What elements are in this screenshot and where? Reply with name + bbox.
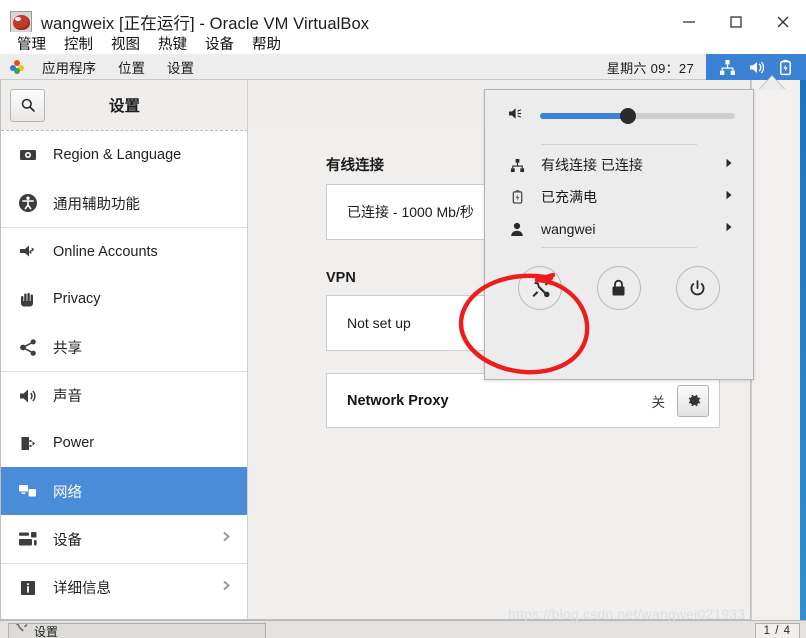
sidebar-item-devices[interactable]: 设备 <box>1 515 247 563</box>
menu-control[interactable]: 控制 <box>55 33 102 54</box>
menu-manage[interactable]: 管理 <box>8 33 55 54</box>
system-menu-item-label: 已充满电 <box>541 189 597 205</box>
sidebar-item-label: Power <box>53 435 95 451</box>
system-menu: 有线连接 已连接 已充满电 wangwei <box>484 89 754 380</box>
system-menu-item-label: wangwei <box>541 221 596 237</box>
sidebar-item-network[interactable]: 网络 <box>1 467 247 515</box>
menu-devices[interactable]: 设备 <box>196 33 243 54</box>
network-wired-icon <box>508 156 526 174</box>
system-menu-divider <box>541 144 697 145</box>
sidebar-item-label: 通用辅助功能 <box>53 196 140 213</box>
system-menu-item-label: 有线连接 已连接 <box>541 157 643 173</box>
sidebar-item-power[interactable]: Power <box>1 419 247 467</box>
system-menu-item-battery[interactable]: 已充满电 <box>485 181 753 213</box>
devices-icon <box>17 528 39 550</box>
sidebar-item-privacy[interactable]: Privacy <box>1 275 247 323</box>
volume-slider-row[interactable] <box>485 90 753 142</box>
power-plug-icon <box>17 432 39 454</box>
sidebar-item-label: 详细信息 <box>53 581 111 597</box>
chevron-right-icon <box>723 188 735 206</box>
screenshot-root: wangweix [正在运行] - Oracle VM VirtualBox 管… <box>0 0 806 638</box>
blog-watermark: https://blog.csdn.net/wangwei021933 <box>508 606 746 622</box>
sidebar-item-sound[interactable]: 声音 <box>1 371 247 419</box>
sidebar-item-label: Privacy <box>53 291 101 307</box>
system-menu-item-network[interactable]: 有线连接 已连接 <box>485 149 753 181</box>
system-menu-actions <box>485 252 753 324</box>
menu-help[interactable]: 帮助 <box>243 33 290 54</box>
accessibility-icon <box>17 192 39 214</box>
network-proxy-gear-button[interactable] <box>677 384 709 417</box>
settings-sidebar: Region & Language 通用辅助功能 Online Accounts <box>1 130 248 619</box>
settings-tools-button[interactable] <box>518 266 563 310</box>
applications-icon <box>10 59 24 74</box>
sidebar-item-label: 共享 <box>53 340 82 357</box>
search-button[interactable] <box>10 88 45 122</box>
desktop-wallpaper-right-edge <box>800 80 806 620</box>
panel-clock[interactable]: 星期六 09：27 <box>599 58 706 77</box>
sidebar-item-accessibility[interactable]: 通用辅助功能 <box>1 179 247 227</box>
details-info-icon <box>17 577 39 599</box>
region-language-icon <box>17 144 39 166</box>
sidebar-item-sharing[interactable]: 共享 <box>1 323 247 371</box>
panel-applications[interactable]: 应用程序 <box>31 57 107 77</box>
volume-low-icon <box>507 105 526 127</box>
desktop-background-right <box>751 80 806 620</box>
battery-charged-icon <box>778 59 793 76</box>
wired-status-label: 已连接 - 1000 Mb/秒 <box>347 204 474 220</box>
battery-charged-icon <box>508 188 526 206</box>
network-proxy-card[interactable]: Network Proxy 关 <box>326 373 720 428</box>
network-proxy-state: 关 <box>651 394 666 410</box>
sidebar-item-label: 网络 <box>53 484 82 501</box>
sidebar-item-label: Online Accounts <box>53 243 158 260</box>
headerbar-left: 设置 <box>1 80 248 130</box>
sidebar-item-details[interactable]: 详细信息 <box>1 563 247 611</box>
sidebar-item-online-accounts[interactable]: Online Accounts <box>1 227 247 275</box>
sidebar-item-label: Region & Language <box>53 147 182 163</box>
virtualbox-menubar: 管理 控制 视图 热键 设备 帮助 <box>0 32 806 54</box>
system-menu-arrow <box>759 76 785 90</box>
panel-places[interactable]: 位置 <box>107 57 156 77</box>
taskbar-item-label: 设置 <box>34 624 59 638</box>
vpn-status-label: Not set up <box>347 315 411 331</box>
sidebar-item-region-language[interactable]: Region & Language <box>1 131 247 179</box>
network-wired-icon <box>719 59 736 76</box>
power-button[interactable] <box>675 266 720 310</box>
sharing-icon <box>17 336 39 358</box>
online-accounts-icon <box>17 241 39 263</box>
taskbar-item-settings[interactable]: 设置 <box>8 623 266 638</box>
sound-icon <box>17 385 39 407</box>
sidebar-item-label: 声音 <box>53 389 82 405</box>
volume-icon <box>748 59 766 76</box>
user-icon <box>508 220 526 238</box>
chevron-right-icon <box>220 530 233 548</box>
panel-settings[interactable]: 设置 <box>156 57 205 77</box>
chevron-right-icon <box>723 220 735 238</box>
menu-view[interactable]: 视图 <box>102 33 149 54</box>
system-menu-item-user[interactable]: wangwei <box>485 213 753 245</box>
gnome-top-panel: 应用程序 位置 设置 星期六 09：27 <box>0 54 806 80</box>
sidebar-item-label: 设备 <box>53 532 82 549</box>
network-proxy-label: Network Proxy <box>347 392 449 409</box>
page-indicator: 1 / 4 <box>754 623 800 638</box>
network-icon <box>17 480 39 502</box>
virtualbox-icon <box>10 11 32 33</box>
settings-tools-icon <box>15 624 28 638</box>
chevron-right-icon <box>220 579 233 597</box>
window-title: wangweix [正在运行] - Oracle VM VirtualBox <box>41 15 370 33</box>
panel-status-area[interactable] <box>706 54 806 80</box>
volume-slider[interactable] <box>540 108 735 124</box>
system-menu-divider <box>541 247 697 248</box>
guest-taskbar: 设置 1 / 4 <box>0 620 806 638</box>
menu-hotkey[interactable]: 热键 <box>149 33 196 54</box>
lock-button[interactable] <box>596 266 641 310</box>
chevron-right-icon <box>723 156 735 174</box>
privacy-hand-icon <box>17 288 39 310</box>
